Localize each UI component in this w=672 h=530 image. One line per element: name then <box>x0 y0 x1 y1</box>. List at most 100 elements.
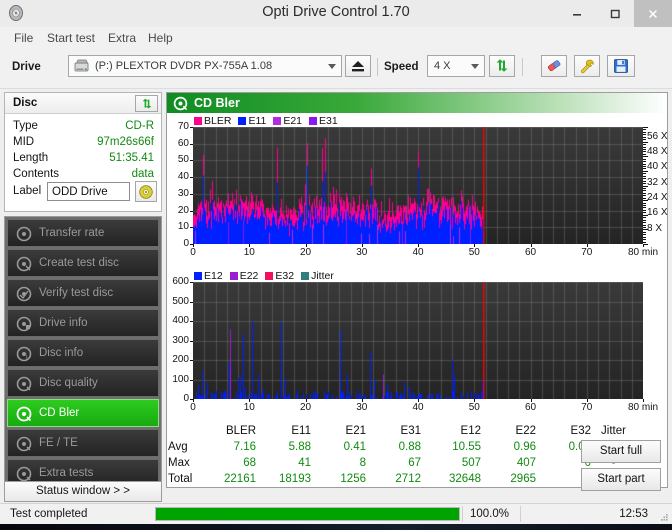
disc-check-icon <box>16 286 32 302</box>
maximize-button[interactable] <box>596 0 634 27</box>
eject-button[interactable] <box>345 55 371 77</box>
legend-label-e32: E32 <box>275 270 295 282</box>
y2-tick <box>643 200 648 202</box>
disc-label-button[interactable] <box>135 181 157 202</box>
refresh-button[interactable] <box>489 55 515 77</box>
y2-tick <box>643 202 646 204</box>
stats-total-e12: 32648 <box>449 473 481 485</box>
save-button[interactable] <box>607 55 635 77</box>
y2-tick <box>643 166 646 167</box>
legend-label-e22: E22 <box>239 270 259 282</box>
start-full-button[interactable]: Start full <box>581 440 661 463</box>
y2-tick <box>643 219 646 221</box>
legend-swatch-e12 <box>194 272 202 280</box>
y2-tick <box>643 127 648 128</box>
y2-tick <box>643 212 646 214</box>
y-tick-label: 30 <box>177 187 189 199</box>
y2-tick <box>643 239 646 241</box>
nav-item-fe-te[interactable]: FE / TE <box>7 429 159 457</box>
disc-extra-icon <box>16 466 32 482</box>
drive-icon <box>74 59 90 77</box>
legend-swatch-jitter <box>301 272 310 280</box>
x-tick-label: 50 <box>468 247 480 258</box>
x-tick-label: 10 <box>243 402 255 413</box>
menu-help[interactable]: Help <box>146 31 175 45</box>
disc-write-icon <box>16 256 32 272</box>
nav-item-disc-quality[interactable]: Disc quality <box>7 369 159 397</box>
y-tick <box>190 160 193 162</box>
y-tick <box>190 227 193 229</box>
stats-max-e31: 67 <box>408 457 421 469</box>
y2-tick <box>643 222 646 224</box>
nav-item-transfer-rate[interactable]: Transfer rate <box>7 219 159 247</box>
y2-tick <box>643 141 648 143</box>
erase-button[interactable] <box>541 55 567 77</box>
y2-tick <box>643 158 646 160</box>
stats-max-e21: 8 <box>359 457 366 469</box>
y-tick-label: 500 <box>172 295 189 307</box>
x-tick <box>643 244 644 247</box>
y2-tick <box>643 161 646 163</box>
disc-quality-icon <box>16 376 32 392</box>
y2-tick <box>643 190 646 192</box>
y-tick <box>190 340 193 342</box>
bler-chart[interactable] <box>193 127 643 244</box>
stats-total-bler: 22161 <box>224 473 256 485</box>
disc-label-input[interactable]: ODD Drive <box>47 182 130 201</box>
y2-tick <box>643 187 646 189</box>
x-tick-label: 70 <box>581 402 593 413</box>
y-tick-label: 10 <box>177 221 189 233</box>
y-tick-label: 600 <box>172 276 189 287</box>
close-button[interactable] <box>634 0 672 27</box>
stats-max-e12: 507 <box>461 457 481 469</box>
nav-item-create-test-disc[interactable]: Create test disc <box>7 249 159 277</box>
menu-extra[interactable]: Extra <box>106 31 138 45</box>
application-window: Opti Drive Control 1.70 File Start test … <box>0 0 672 530</box>
disc-contents-label: Contents <box>13 168 60 180</box>
disc-panel-title: Disc <box>13 97 38 109</box>
nav-item-drive-info[interactable]: Drive info <box>7 309 159 337</box>
status-window-button[interactable]: Status window > > <box>4 481 162 502</box>
y-tick <box>190 321 193 322</box>
y2-tick <box>643 148 646 150</box>
legend-swatch-e11 <box>238 117 247 125</box>
toolbar-divider-2 <box>522 58 523 76</box>
x-tick <box>474 399 476 402</box>
main-panel-title: CD Bler <box>194 96 240 110</box>
resize-grip[interactable] <box>659 512 669 522</box>
disc-mid-value: 97m26s66f <box>97 136 154 148</box>
y-tick <box>190 127 193 128</box>
minimize-button[interactable] <box>558 0 596 27</box>
y2-tick <box>643 217 646 219</box>
nav-item-verify-test-disc[interactable]: Verify test disc <box>7 279 159 307</box>
nav-item-cd-bler[interactable]: CD Bler <box>7 399 159 427</box>
drive-select[interactable]: (P:) PLEXTOR DVDR PX-755A 1.08 <box>68 55 342 77</box>
stats-avg-e22: 0.96 <box>513 441 536 453</box>
y-tick-label: 100 <box>172 373 189 385</box>
y2-tick <box>643 214 648 216</box>
x-tick <box>249 244 251 247</box>
x-tick-label: 60 <box>524 247 537 258</box>
y2-tick <box>643 170 648 172</box>
x-tick <box>418 399 419 402</box>
menu-file[interactable]: File <box>12 31 35 45</box>
start-part-button[interactable]: Start part <box>581 468 661 491</box>
stats-col-bler: BLER <box>225 425 256 437</box>
speed-select[interactable]: 4 X <box>427 55 485 77</box>
e1x-chart[interactable] <box>193 282 643 399</box>
tools-button[interactable] <box>574 55 600 77</box>
status-divider-2 <box>520 506 521 522</box>
y2-tick <box>643 151 646 153</box>
y2-tick <box>643 131 646 133</box>
legend-swatch-bler <box>194 117 202 125</box>
stats-max-e11: 41 <box>298 457 311 469</box>
y2-tick <box>643 205 646 206</box>
nav-item-disc-info[interactable]: i Disc info <box>7 339 159 367</box>
disc-refresh-button[interactable] <box>135 95 158 112</box>
y-tick <box>190 177 193 179</box>
y-tick-label: 200 <box>172 354 189 365</box>
x-tick-label: 80 min <box>627 402 658 413</box>
y2-tick <box>643 156 648 158</box>
menu-start-test[interactable]: Start test <box>45 31 97 45</box>
y2-tick <box>643 139 646 141</box>
